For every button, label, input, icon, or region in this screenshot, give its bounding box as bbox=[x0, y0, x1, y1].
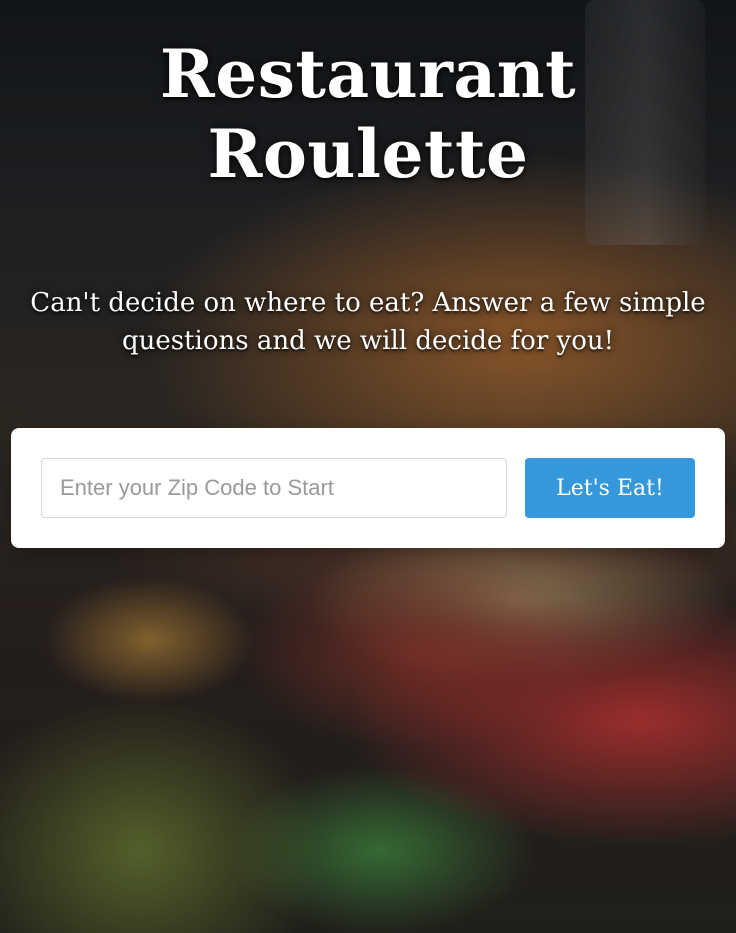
page-subtitle: Can't decide on where to eat? Answer a f… bbox=[30, 288, 706, 356]
hero-content: Restaurant Roulette Can't decide on wher… bbox=[0, 0, 736, 933]
zip-code-input[interactable] bbox=[41, 458, 507, 518]
page-title: Restaurant Roulette bbox=[159, 35, 577, 193]
lets-eat-button[interactable]: Let's Eat! bbox=[525, 458, 695, 518]
zip-form-card: Let's Eat! bbox=[11, 428, 725, 548]
